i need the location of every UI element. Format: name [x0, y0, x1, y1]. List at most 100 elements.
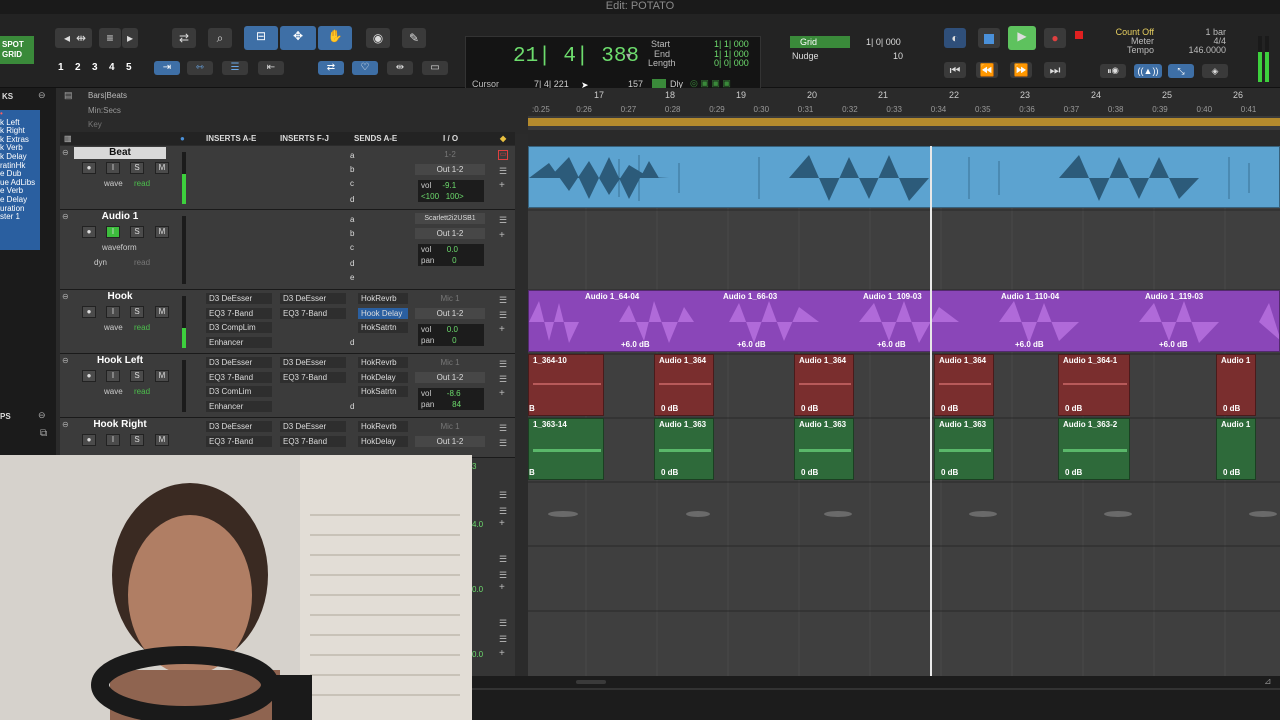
metronome-icon[interactable]: ((▲)): [1134, 64, 1162, 78]
link-track-icon[interactable]: ☰: [222, 61, 248, 75]
insertion-follows-icon[interactable]: ⇤: [258, 61, 284, 75]
track-view-selector[interactable]: waveform: [102, 243, 137, 252]
playlist-icon[interactable]: ☰: [499, 634, 507, 645]
insert-g[interactable]: EQ3 7-Band: [280, 436, 346, 447]
mirror-midi-icon[interactable]: ⇄: [318, 61, 344, 75]
input-selector[interactable]: Scarlett2i2USB1: [415, 213, 485, 224]
midi-merge-icon[interactable]: ◈: [1202, 64, 1228, 78]
mute-button[interactable]: M: [155, 306, 169, 318]
automation-follows-icon[interactable]: ♡: [352, 61, 378, 75]
tempo-value[interactable]: 146.0000: [1186, 46, 1226, 55]
pencil-icon[interactable]: ✎: [402, 28, 426, 48]
clip-gain[interactable]: B: [529, 404, 535, 413]
track-extra-view[interactable]: dyn: [94, 258, 107, 267]
zoom-toggle-icon[interactable]: ⊿: [1264, 676, 1272, 687]
insert-f[interactable]: D3 DeEsser: [280, 357, 346, 368]
edit-mode-panel[interactable]: SPOT GRID: [0, 36, 34, 64]
rewind-icon[interactable]: ⏪: [976, 62, 998, 78]
hook-clip[interactable]: Audio 1_66-03 +6.0 dB: [719, 291, 835, 351]
hook-clip[interactable]: Audio 1_110-04 +6.0 dB: [997, 291, 1117, 351]
send-c[interactable]: c: [350, 242, 354, 253]
send-d[interactable]: d: [350, 401, 354, 412]
send-a[interactable]: a: [350, 214, 354, 225]
track-collapse-icon[interactable]: ⊖: [62, 292, 69, 301]
length-value[interactable]: 0| 0| 000: [714, 58, 749, 69]
wait-for-note-icon[interactable]: ⏸◉: [1100, 64, 1126, 78]
send-b[interactable]: Hook Delay: [358, 308, 408, 319]
input-selector[interactable]: Mic 1: [415, 357, 485, 368]
mute-button[interactable]: M: [155, 434, 169, 446]
input-monitor-button[interactable]: I: [106, 306, 120, 318]
loop-playback-icon[interactable]: ◐: [944, 28, 966, 48]
solo-button[interactable]: S: [130, 370, 144, 382]
insert-c[interactable]: D3 CompLim: [206, 322, 272, 333]
midi-zoom-icon[interactable]: ≡: [99, 28, 121, 48]
input-monitor-button[interactable]: I: [106, 226, 120, 238]
groups-menu-icon[interactable]: ⊖: [38, 410, 46, 421]
playlist-icon[interactable]: ☰: [499, 506, 507, 517]
insert-a[interactable]: D3 DeEsser: [206, 357, 272, 368]
input-monitor-button[interactable]: I: [106, 434, 120, 446]
record-icon[interactable]: ●: [1044, 28, 1066, 48]
track-name[interactable]: Beat: [74, 147, 166, 159]
input-selector[interactable]: Mic 1: [415, 421, 485, 432]
selector-tool-icon[interactable]: ✥: [280, 26, 316, 50]
solo-button[interactable]: S: [130, 226, 144, 238]
play-icon[interactable]: ▶: [1008, 26, 1036, 50]
send-c[interactable]: c: [350, 178, 354, 189]
waveform-zoom-icon[interactable]: ⇹: [70, 28, 92, 48]
volume-pan-display[interactable]: vol -9.1 <100 100>: [418, 180, 484, 202]
track-view-selector[interactable]: wave: [104, 387, 123, 396]
nudge-value[interactable]: 10: [893, 51, 903, 61]
grid-button[interactable]: Grid: [790, 36, 850, 48]
insert-b[interactable]: EQ3 7-Band: [206, 372, 272, 383]
insert-c[interactable]: D3 ComLim: [206, 386, 272, 397]
counter-dropdown-icon[interactable]: ▾: [626, 51, 631, 62]
nudge-label[interactable]: Nudge: [792, 51, 819, 61]
clip-gain[interactable]: 0 dB: [1223, 468, 1240, 477]
add-lane-icon[interactable]: +: [499, 230, 505, 241]
ruler-bars-beats[interactable]: Bars|Beats: [88, 91, 127, 100]
mute-button[interactable]: M: [155, 226, 169, 238]
output-selector[interactable]: Out 1-2: [415, 436, 485, 447]
main-counter[interactable]: 21| 4| 388: [513, 45, 639, 68]
add-lane-icon[interactable]: +: [499, 180, 505, 191]
zoom-preset-5[interactable]: 5: [126, 62, 132, 73]
zoom-preset-4[interactable]: 4: [109, 62, 115, 73]
send-d[interactable]: d: [350, 258, 354, 269]
comments-icon[interactable]: ◆: [500, 132, 506, 145]
clip-gain[interactable]: 0 dB: [661, 404, 678, 413]
solo-button[interactable]: S: [130, 434, 144, 446]
send-d[interactable]: d: [350, 337, 354, 348]
send-c[interactable]: HokSatrtn: [358, 322, 408, 333]
screen-icon[interactable]: ▭: [422, 61, 448, 75]
track-record-icon[interactable]: ▭: [498, 150, 508, 160]
playlist-icon[interactable]: ☰: [499, 423, 507, 434]
stop-icon[interactable]: [978, 28, 1000, 48]
tab-to-transient-icon[interactable]: ⇥: [154, 61, 180, 75]
playlist-icon[interactable]: ☰: [499, 554, 507, 565]
ruler-menu-icon[interactable]: ▤: [64, 90, 73, 101]
hook-left-clip[interactable]: Audio 1_364 0 dB: [654, 354, 714, 416]
clip-gain[interactable]: 0 dB: [941, 468, 958, 477]
solo-button[interactable]: S: [130, 162, 144, 174]
clip-gain[interactable]: +6.0 dB: [877, 340, 906, 349]
send-e[interactable]: e: [350, 272, 354, 283]
playlist-icon[interactable]: ☰: [499, 374, 507, 385]
track-view-selector[interactable]: wave: [104, 323, 123, 332]
link-timeline-icon[interactable]: ⇿: [187, 61, 213, 75]
hook-left-clip[interactable]: 1_364-10 B: [528, 354, 604, 416]
clip-gain[interactable]: 0 dB: [801, 468, 818, 477]
magnifier-icon[interactable]: ⌕: [208, 28, 232, 48]
track-collapse-icon[interactable]: ⊖: [62, 356, 69, 365]
track-name[interactable]: Audio 1: [74, 211, 166, 223]
playlist-icon[interactable]: ☰: [499, 570, 507, 581]
playlist-icon[interactable]: ☰: [499, 310, 507, 321]
record-enable-icon[interactable]: [1075, 31, 1083, 39]
record-arm-icon[interactable]: ●: [82, 306, 96, 318]
send-a[interactable]: HokRevrb: [358, 357, 408, 368]
track-collapse-icon[interactable]: ⊖: [62, 212, 69, 221]
clip-gain[interactable]: +6.0 dB: [621, 340, 650, 349]
hook-clip[interactable]: Audio 1_109-03 +6.0 dB: [859, 291, 975, 351]
hook-right-clip[interactable]: Audio 1_363 0 dB: [794, 418, 854, 480]
